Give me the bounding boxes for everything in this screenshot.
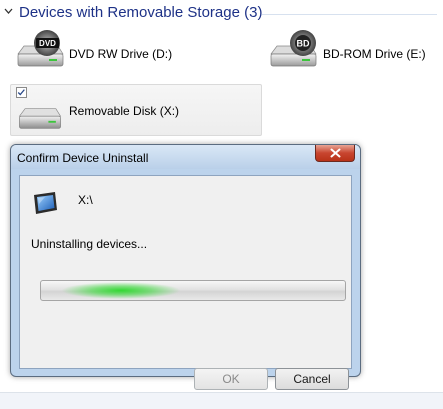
drive-dvd-rw[interactable]: DVD DVD RW Drive (D:) [14, 28, 224, 78]
confirm-uninstall-dialog: Confirm Device Uninstall X:\ Uninstallin… [10, 144, 361, 390]
collapse-chevron-icon[interactable] [4, 7, 13, 16]
section-divider [262, 14, 437, 15]
progress-bar [40, 280, 346, 301]
drive-checkbox[interactable] [16, 87, 27, 98]
dialog-title: Confirm Device Uninstall [17, 151, 149, 165]
bd-drive-icon: BD [270, 30, 317, 67]
section-title: Devices with Removable Storage (3) [19, 4, 263, 21]
check-icon [17, 89, 25, 96]
removable-disk-icon [18, 108, 62, 129]
drive-bd-rom[interactable]: BD BD-ROM Drive (E:) [267, 28, 437, 78]
drive-label: DVD RW Drive (D:) [69, 47, 173, 61]
dialog-body: X:\ Uninstalling devices... OK Cancel [19, 175, 352, 390]
ok-button[interactable]: OK [194, 368, 268, 390]
status-text: Uninstalling devices... [31, 237, 148, 251]
drive-label: Removable Disk (X:) [69, 104, 180, 118]
bd-badge-text: BD [297, 39, 310, 49]
close-icon [330, 148, 341, 158]
device-monitor-icon [34, 192, 57, 214]
dvd-badge-text: DVD [39, 39, 56, 48]
device-name: X:\ [78, 193, 93, 207]
dvd-drive-icon: DVD [17, 30, 64, 67]
drive-label: BD-ROM Drive (E:) [323, 47, 426, 61]
cancel-button[interactable]: Cancel [275, 368, 349, 390]
close-button[interactable] [315, 145, 355, 162]
details-pane-strip [0, 392, 443, 409]
section-header[interactable]: Devices with Removable Storage (3) [0, 0, 443, 27]
drive-removable-disk[interactable]: Removable Disk (X:) [10, 84, 262, 136]
progress-glow [61, 282, 181, 299]
dialog-titlebar[interactable]: Confirm Device Uninstall [11, 145, 360, 169]
